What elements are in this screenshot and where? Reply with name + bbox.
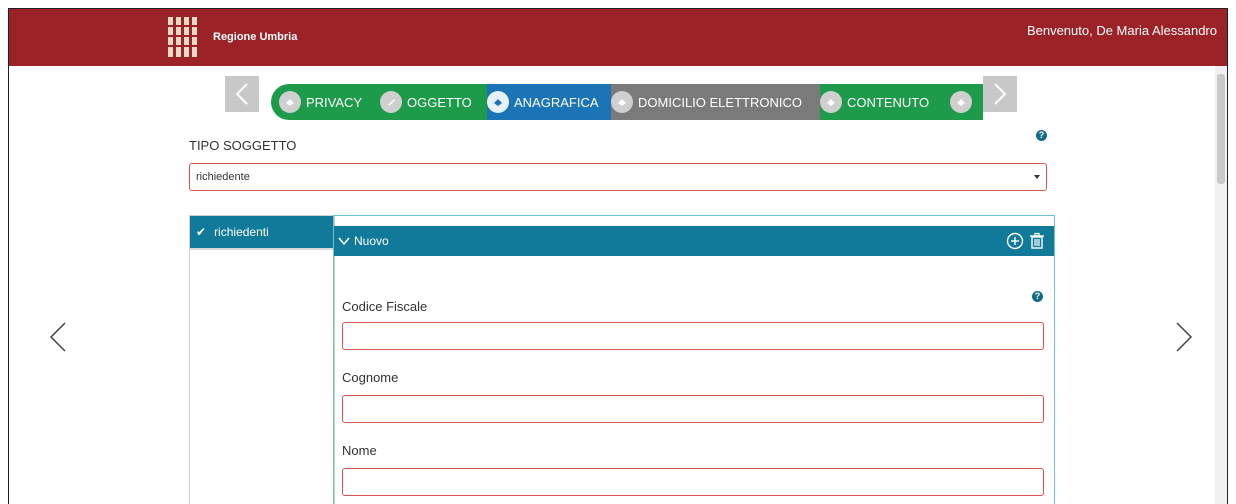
step-label: CONTENUTO — [847, 94, 930, 110]
regione-umbria-logo — [165, 15, 199, 59]
panel-title: Nuovo — [354, 234, 389, 248]
chevron-right-icon[interactable] — [1175, 321, 1193, 353]
step-contenuto[interactable]: CONTENUTO — [820, 84, 950, 120]
step-label: PRIVACY — [306, 94, 363, 110]
step-label: ANAGRAFICA — [514, 94, 599, 110]
top-bar: Regione Umbria Benvenuto, De Maria Aless… — [9, 9, 1227, 66]
help-icon[interactable]: ? — [1036, 130, 1047, 141]
caret-down-icon — [1034, 175, 1040, 179]
steps-next-button[interactable] — [983, 76, 1017, 112]
check-icon: ✔ — [196, 225, 207, 239]
step-domicilio-elettronico[interactable]: DOMICILIO ELETTRONICO — [611, 84, 820, 120]
step-label: DOMICILIO ELETTRONICO — [638, 94, 802, 110]
step-next-partial[interactable] — [950, 84, 983, 120]
subject-tabs: ✔ richiedenti — [189, 215, 335, 504]
select-value: richiedente — [196, 171, 250, 183]
step-oggetto[interactable]: OGGETTO — [380, 84, 487, 120]
chevron-down-icon — [338, 237, 350, 245]
vertical-scrollbar[interactable] — [1215, 66, 1227, 504]
scrollbar-thumb[interactable] — [1217, 74, 1225, 184]
tab-richiedenti[interactable]: ✔ richiedenti — [190, 216, 334, 250]
tipo-soggetto-select[interactable]: richiedente — [189, 163, 1047, 191]
add-circle-icon[interactable] — [1006, 232, 1024, 250]
chevron-right-icon — [994, 83, 1007, 105]
subject-panel: Nuovo ? Codice Fiscale Cognome Nome — [333, 215, 1055, 504]
step-label: OGGETTO — [407, 94, 472, 110]
app-window: Regione Umbria Benvenuto, De Maria Aless… — [8, 8, 1228, 504]
cognome-input[interactable] — [342, 395, 1044, 423]
welcome-user[interactable]: Benvenuto, De Maria Alessandro — [1027, 23, 1217, 38]
codice-fiscale-label: Codice Fiscale — [342, 299, 428, 314]
fill-icon — [820, 91, 842, 113]
brand-name: Regione Umbria — [213, 31, 298, 43]
panel-actions — [1006, 232, 1046, 250]
help-icon[interactable]: ? — [1032, 291, 1043, 302]
step-anagrafica[interactable]: ANAGRAFICA — [487, 84, 611, 120]
fill-icon — [611, 91, 633, 113]
panel-header[interactable]: Nuovo — [334, 226, 1054, 256]
tab-label: richiedenti — [214, 225, 269, 239]
step-privacy[interactable]: PRIVACY — [271, 84, 380, 120]
fill-icon — [487, 91, 509, 113]
pencil-icon — [380, 91, 402, 113]
steps-prev-button[interactable] — [225, 76, 259, 112]
wizard-steps: PRIVACY OGGETTO ANAGRAFICA DOMICILIO ELE… — [271, 84, 983, 120]
fill-icon — [950, 91, 972, 113]
nome-label: Nome — [342, 443, 377, 458]
chevron-left-icon[interactable] — [49, 321, 67, 353]
tipo-soggetto-label: TIPO SOGGETTO — [189, 138, 297, 153]
codice-fiscale-input[interactable] — [342, 322, 1044, 350]
trash-icon[interactable] — [1028, 232, 1046, 250]
cognome-label: Cognome — [342, 370, 399, 385]
nome-input[interactable] — [342, 468, 1044, 496]
fill-icon — [279, 91, 301, 113]
chevron-left-icon — [235, 83, 248, 105]
